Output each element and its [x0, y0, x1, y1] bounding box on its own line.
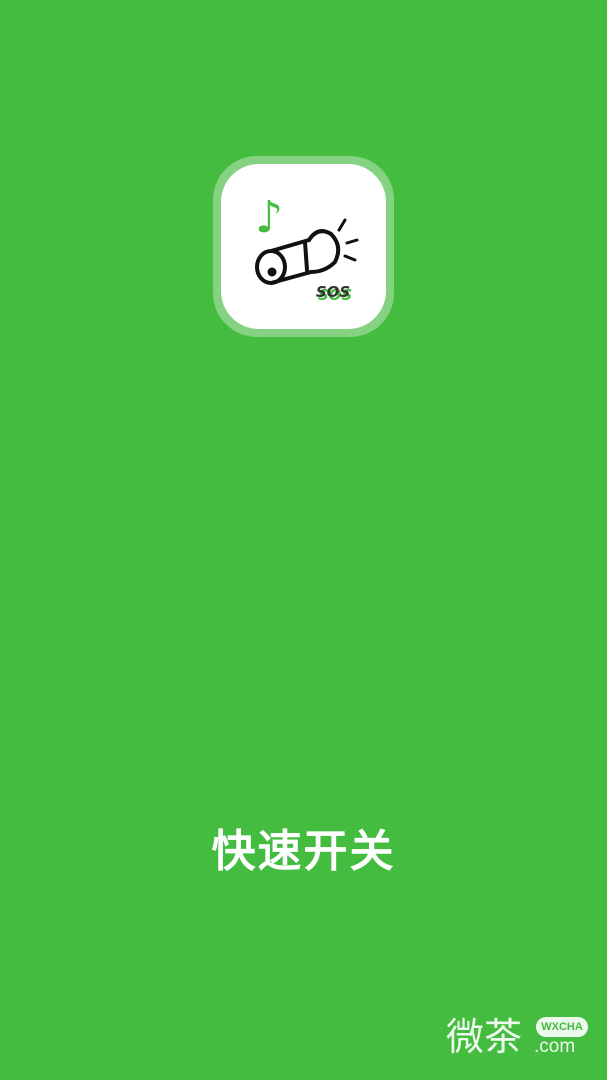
- watermark: 微茶 WXCHA .com: [446, 1014, 591, 1062]
- watermark-cn-text: 微茶: [446, 1015, 523, 1059]
- flashlight-sos-icon: ♪ SOS SOS: [255, 192, 359, 304]
- splash-screen: ♪ SOS SOS 快速开关 微茶 WXCHA .com: [0, 0, 607, 1080]
- music-note-icon: ♪: [255, 192, 283, 243]
- watermark-badge: WXCHA: [536, 1017, 588, 1037]
- app-icon: ♪ SOS SOS: [221, 164, 386, 329]
- light-rays-icon: [337, 218, 359, 262]
- app-icon-frame: ♪ SOS SOS: [213, 156, 394, 337]
- sos-label: SOS: [316, 283, 350, 301]
- watermark-domain: .com: [534, 1036, 576, 1057]
- splash-slogan: 快速开关: [211, 826, 396, 877]
